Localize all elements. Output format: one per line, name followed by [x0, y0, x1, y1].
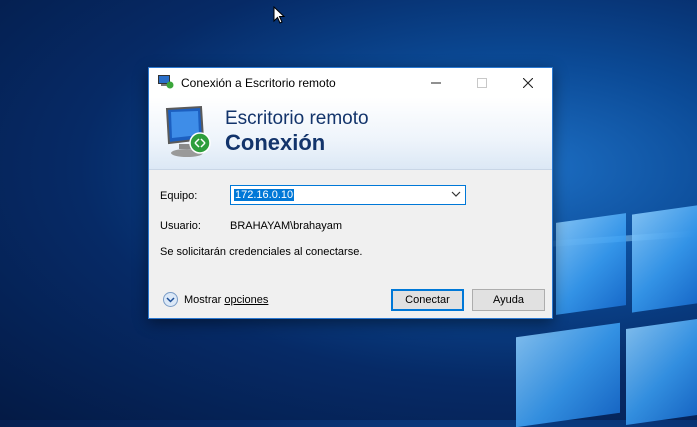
header-banner: Escritorio remoto Conexión	[149, 97, 552, 170]
close-button[interactable]	[505, 68, 551, 97]
maximize-icon	[477, 77, 487, 88]
show-options-toggle[interactable]: Mostrar opciones	[163, 292, 268, 307]
maximize-button[interactable]	[459, 68, 505, 97]
logo-pane	[516, 322, 620, 427]
logo-pane	[556, 213, 626, 315]
chevron-down-icon[interactable]	[451, 189, 461, 199]
monitor-connection-icon	[165, 105, 211, 157]
mouse-cursor-icon	[273, 6, 285, 24]
user-value: BRAHAYAM\brahayam	[230, 220, 343, 232]
expand-options-icon[interactable]	[163, 292, 178, 307]
minimize-button[interactable]	[413, 68, 459, 97]
logo-pane	[626, 319, 697, 425]
remote-desktop-icon	[158, 75, 174, 89]
computer-label: Equipo:	[160, 190, 198, 202]
credentials-info: Se solicitarán credenciales al conectars…	[160, 246, 363, 258]
remote-desktop-window[interactable]: Conexión a Escritorio remoto Escritorio …	[148, 67, 553, 319]
user-label: Usuario:	[160, 220, 201, 232]
connect-button[interactable]: Conectar	[391, 289, 464, 311]
options-prefix: Mostrar	[184, 293, 225, 306]
banner-subtitle: Escritorio remoto	[225, 108, 369, 129]
banner-title: Conexión	[225, 130, 326, 155]
close-icon	[523, 77, 533, 88]
window-title: Conexión a Escritorio remoto	[181, 76, 336, 90]
minimize-icon	[431, 82, 441, 83]
show-options-label[interactable]: Mostrar opciones	[184, 294, 268, 306]
title-bar[interactable]: Conexión a Escritorio remoto	[149, 68, 552, 97]
computer-combobox[interactable]: 172.16.0.10	[230, 185, 466, 205]
logo-pane	[632, 205, 697, 313]
options-underlined: opciones	[224, 293, 269, 306]
help-button[interactable]: Ayuda	[472, 289, 545, 311]
computer-input[interactable]: 172.16.0.10	[234, 189, 295, 201]
